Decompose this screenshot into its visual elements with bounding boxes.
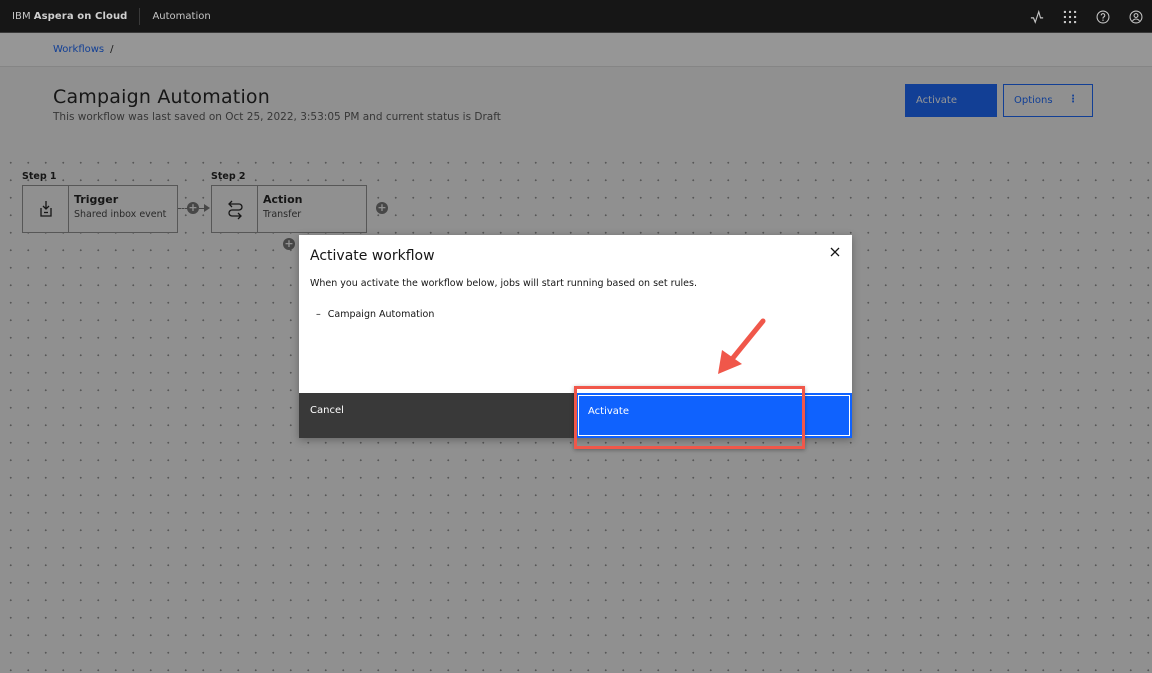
modal-title: Activate workflow — [310, 248, 435, 264]
close-icon[interactable] — [828, 245, 842, 259]
annotation-highlight-box — [574, 386, 805, 449]
workflow-list: – Campaign Automation — [316, 309, 434, 320]
list-bullet: – — [316, 309, 321, 320]
brand-prefix: IBM — [12, 10, 31, 22]
help-icon[interactable] — [1086, 0, 1119, 33]
cancel-label: Cancel — [310, 405, 344, 416]
modal-description: When you activate the workflow below, jo… — [310, 278, 697, 289]
app-name[interactable]: Automation — [140, 11, 210, 22]
annotation-arrow-icon — [718, 318, 766, 374]
activity-icon[interactable] — [1020, 0, 1053, 33]
brand-logo[interactable]: IBM Aspera on Cloud — [0, 7, 141, 25]
user-avatar-icon[interactable] — [1119, 0, 1152, 33]
brand-name: Aspera on Cloud — [33, 10, 128, 22]
cancel-button[interactable]: Cancel — [299, 393, 576, 438]
nav-actions — [1020, 0, 1152, 33]
app-switcher-icon[interactable] — [1053, 0, 1086, 33]
top-nav: IBM Aspera on Cloud Automation — [0, 0, 1152, 33]
list-item: Campaign Automation — [327, 309, 435, 320]
